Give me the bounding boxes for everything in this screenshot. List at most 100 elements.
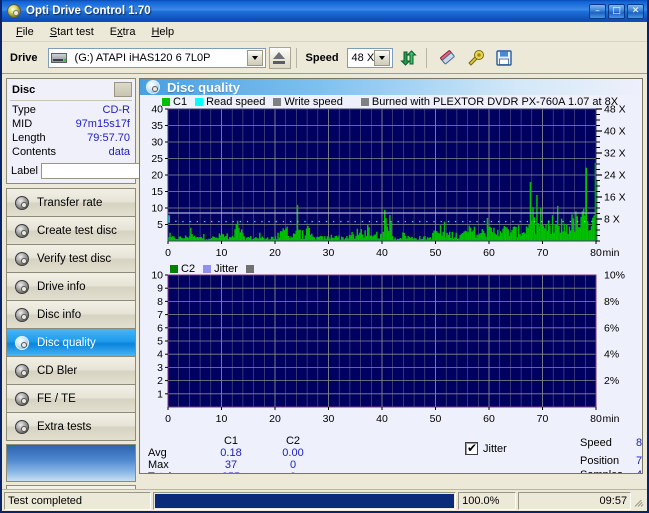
svg-text:8 X: 8 X [604, 214, 620, 226]
disc-label-row: Label [10, 161, 208, 180]
svg-text:60: 60 [483, 247, 495, 259]
svg-text:70: 70 [537, 247, 549, 259]
disc-transfer-icon [14, 195, 30, 211]
sidebar-item-label: Drive info [37, 280, 86, 293]
jitter-checkbox[interactable]: Jitter [465, 441, 507, 455]
sidebar-item-cd-bler[interactable]: CD Bler [7, 357, 135, 385]
disc-bler-icon [14, 363, 30, 379]
sidebar-item-fe-te[interactable]: FE / TE [7, 385, 135, 413]
readout-position-value: 79:57.00 [636, 455, 643, 467]
stats-row-max-c1: 37 [224, 459, 238, 471]
legend-item-write-speed: Write speed [273, 96, 343, 108]
drive-select[interactable]: (G:) ATAPI iHAS120 6 7L0P [47, 47, 266, 68]
legend-item-c2: C2 [170, 263, 195, 275]
menu-file[interactable]: FFileile [8, 24, 42, 40]
svg-text:40 X: 40 X [604, 126, 626, 138]
legend-label-c2: C2 [181, 263, 196, 275]
svg-text:min: min [603, 413, 620, 425]
sidebar-item-extra-tests[interactable]: Extra tests [7, 413, 135, 441]
status-message: Test completed [4, 491, 152, 510]
stats-row-max-c2: 0 [289, 459, 297, 471]
stats-row-avg-c1: 0.18 [220, 447, 242, 459]
sidebar-item-label: Transfer rate [37, 196, 103, 209]
svg-text:2: 2 [157, 375, 163, 387]
legend-item-c1: C1 [162, 96, 187, 108]
stats-row-total-c2: 0 [262, 471, 324, 473]
svg-text:2%: 2% [604, 375, 619, 387]
sidebar-item-label: CD Bler [37, 364, 78, 377]
sidebar-item-verify-test-disc[interactable]: Verify test disc [7, 245, 135, 273]
stats-corner [148, 435, 200, 447]
c1-chart-container: C1 Read speed Write speed Burned with PL… [140, 95, 642, 263]
legend-swatch-burn-info [360, 98, 369, 106]
readout-position: Position 79:57.00 [580, 455, 643, 467]
window-controls: – □ ✕ [589, 3, 645, 19]
sidebar-item-label: Disc info [37, 308, 82, 321]
checkbox-check-icon [465, 441, 478, 455]
menu-extra[interactable]: Extra [102, 24, 144, 40]
elapsed-time: 09:57 [517, 491, 632, 510]
sidebar-item-disc-info[interactable]: Disc info [7, 301, 135, 329]
app-icon [6, 3, 22, 19]
c1-chart: 5101520253035400 10 20 30 40 50 60 70 80 min8 X16… [140, 95, 642, 263]
resize-grip[interactable] [633, 495, 645, 507]
disc-panel-title: Disc [12, 83, 36, 96]
speed-select-arrow[interactable] [373, 49, 390, 66]
menu-start-test[interactable]: Start test [42, 24, 102, 40]
status-preview-box [6, 444, 136, 482]
maximize-button[interactable]: □ [608, 3, 625, 19]
tools-button[interactable] [464, 46, 488, 70]
close-button[interactable]: ✕ [627, 3, 644, 19]
c1-legend: C1 Read speed Write speed Burned with PL… [162, 96, 626, 108]
svg-text:80: 80 [590, 413, 602, 425]
drive-label: Drive [10, 51, 38, 64]
disc-row-length-value: 79:57.70 [87, 132, 130, 144]
svg-text:10: 10 [151, 270, 163, 282]
stats-row-avg-label: Avg [148, 447, 167, 459]
svg-text:70: 70 [537, 413, 549, 425]
save-button[interactable] [492, 46, 516, 70]
main-panel: Disc quality C1 Read speed Write speed B… [139, 78, 643, 474]
chevron-down-icon [251, 55, 258, 60]
speed-select[interactable]: 48 X [346, 47, 393, 68]
legend-swatch-c1 [162, 98, 170, 106]
legend-label-jitter: Jitter [214, 263, 238, 275]
progress-percent: 100.0% [458, 491, 516, 510]
svg-text:25: 25 [151, 153, 163, 165]
readout-samples-value: 4794 [636, 469, 642, 473]
sidebar-item-disc-quality[interactable]: Disc quality [7, 329, 135, 357]
drive-select-arrow[interactable] [246, 49, 263, 66]
sidebar-item-transfer-rate[interactable]: Transfer rate [7, 189, 135, 217]
close-icon: ✕ [631, 5, 640, 16]
svg-text:0: 0 [165, 247, 171, 259]
sidebar-item-drive-info[interactable]: Drive info [7, 273, 135, 301]
readout-position-label: Position [580, 455, 620, 467]
disc-drive-icon [14, 279, 30, 295]
minimize-icon: – [595, 5, 600, 16]
disc-create-icon [14, 223, 30, 239]
sidebar-item-label: Verify test disc [37, 252, 112, 265]
svg-text:40: 40 [376, 247, 388, 259]
progress-track [155, 493, 455, 508]
panel-header: Disc quality [140, 79, 642, 95]
svg-text:20: 20 [269, 413, 281, 425]
disc-fete-icon [14, 391, 30, 407]
svg-text:1: 1 [157, 388, 163, 400]
app-window: Opti Drive Control 1.70 – □ ✕ FFileile S… [0, 0, 649, 513]
disc-panel-header: Disc [10, 81, 132, 101]
disc-quality-icon [145, 79, 161, 95]
svg-text:0: 0 [165, 413, 171, 425]
eject-button[interactable] [268, 46, 291, 69]
erase-button[interactable] [436, 46, 460, 70]
minimize-button[interactable]: – [589, 3, 606, 19]
svg-text:3: 3 [157, 362, 163, 374]
stats-row-total-label: Total [148, 471, 200, 473]
svg-text:7: 7 [157, 309, 163, 321]
sidebar-item-create-test-disc[interactable]: Create test disc [7, 217, 135, 245]
readout-speed-label: Speed [580, 437, 612, 449]
menu-help[interactable]: Help [143, 24, 182, 40]
legend-item-jitter: Jitter [203, 263, 238, 275]
stats-grid: C1 C2 Avg 0.18 0.00 Max 37 0 Total 855 0 [148, 435, 390, 473]
disc-extra-icon [14, 419, 30, 435]
refresh-button[interactable] [397, 46, 421, 70]
